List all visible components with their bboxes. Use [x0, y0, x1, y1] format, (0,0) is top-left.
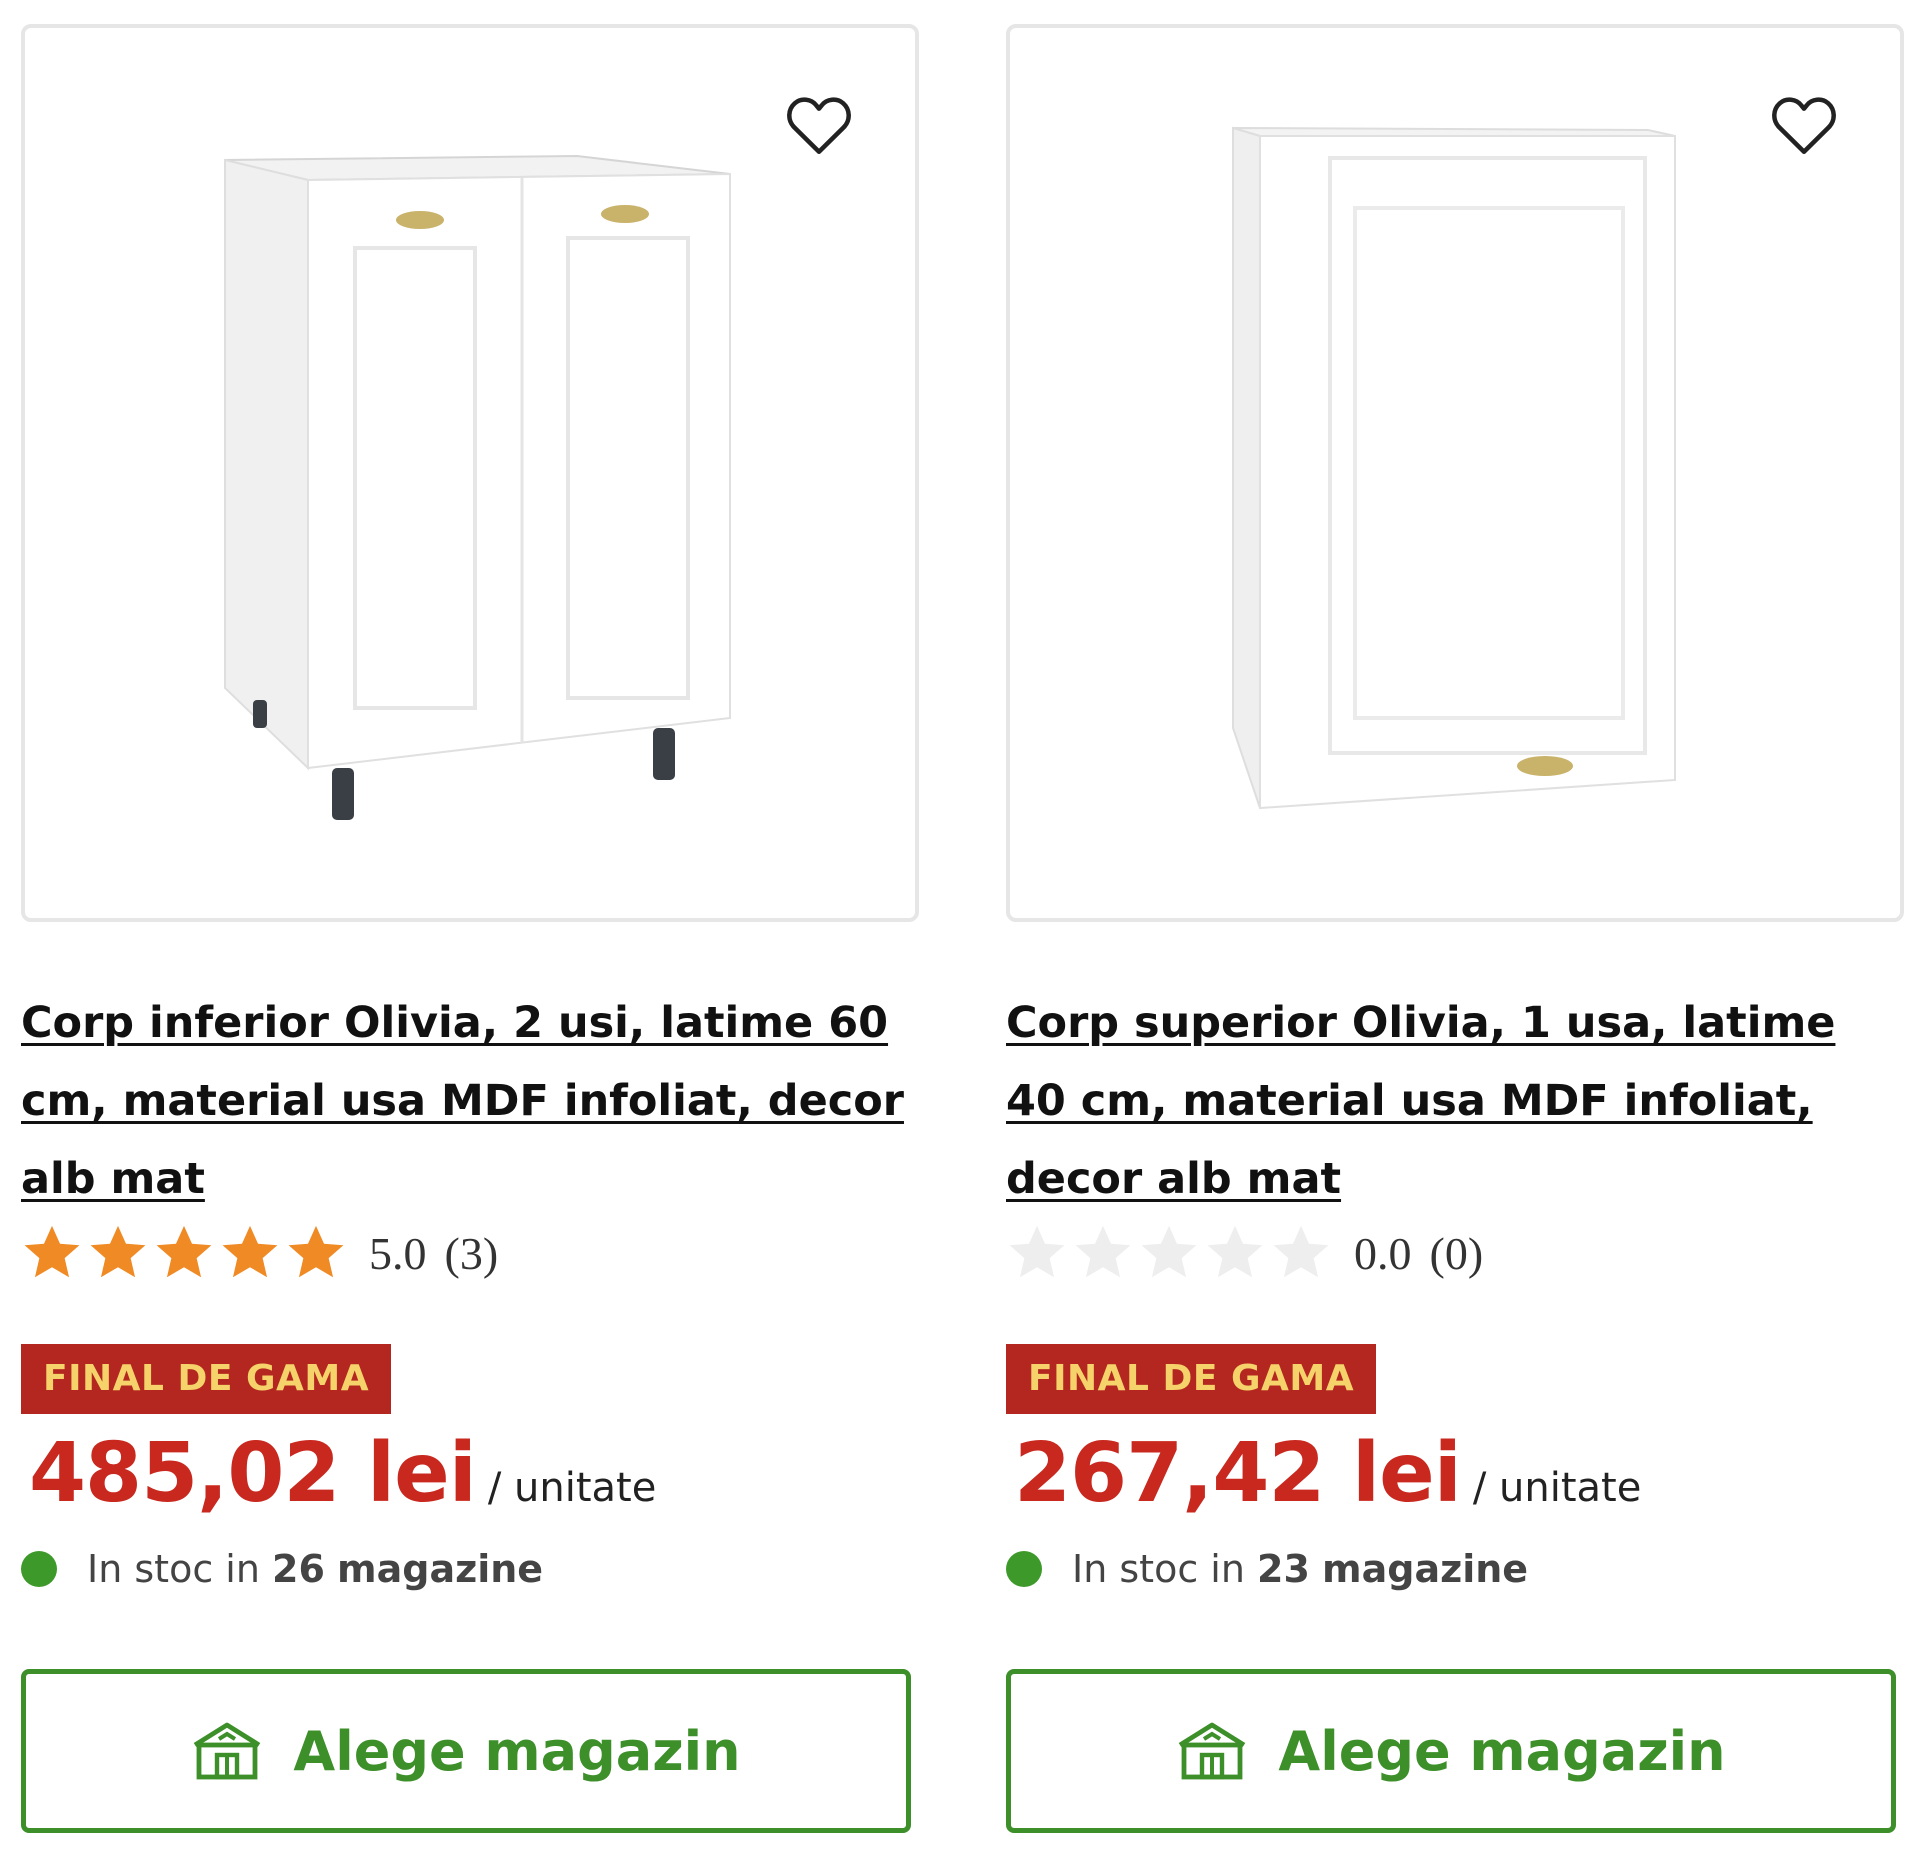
star-icon: [156, 1225, 212, 1278]
rating-count: (3): [444, 1227, 499, 1279]
star-icon: [1141, 1225, 1197, 1278]
status-badge: FINAL DE GAMA: [21, 1344, 392, 1414]
stock-status: In stoc in 26 magazine: [21, 1547, 919, 1591]
choose-store-label: Alege magazin: [1278, 1719, 1726, 1783]
stock-count: 26: [272, 1547, 325, 1591]
stock-prefix: In stoc in: [87, 1547, 260, 1591]
star-icon: [288, 1225, 344, 1278]
star-icon: [1009, 1225, 1065, 1278]
choose-store-label: Alege magazin: [293, 1719, 741, 1783]
product-title-link[interactable]: Corp inferior Olivia, 2 usi, latime 60 c…: [21, 984, 921, 1218]
stock-prefix: In stoc in: [1072, 1547, 1245, 1591]
stock-indicator-dot: [1006, 1551, 1042, 1587]
rating[interactable]: 5.0 (3): [21, 1218, 919, 1288]
rating-count: (0): [1429, 1227, 1484, 1279]
price-unit: / unitate: [1472, 1465, 1642, 1511]
price-row: 267,42 lei / unitate: [1014, 1426, 1904, 1521]
product-card: Corp inferior Olivia, 2 usi, latime 60 c…: [21, 24, 919, 1833]
heart-outline-icon[interactable]: [1770, 94, 1838, 156]
heart-outline-icon[interactable]: [785, 94, 853, 156]
rating-value: 5.0: [369, 1227, 427, 1279]
star-icon: [90, 1225, 146, 1278]
stock-suffix: magazine: [337, 1547, 544, 1591]
choose-store-button[interactable]: Alege magazin: [21, 1669, 911, 1833]
rating-stars: [1006, 1222, 1336, 1284]
product-card: Corp superior Olivia, 1 usa, latime 40 c…: [1006, 24, 1904, 1833]
store-house-icon: [1179, 1722, 1246, 1780]
product-image-box[interactable]: [21, 24, 919, 922]
stock-suffix: magazine: [1322, 1547, 1529, 1591]
product-image-wall-cabinet[interactable]: [1010, 28, 1900, 918]
rating-value: 0.0: [1354, 1227, 1412, 1279]
price-unit: / unitate: [487, 1465, 657, 1511]
rating-stars: [21, 1222, 351, 1284]
choose-store-button[interactable]: Alege magazin: [1006, 1669, 1896, 1833]
stock-count: 23: [1257, 1547, 1310, 1591]
stock-indicator-dot: [21, 1551, 57, 1587]
price: 485,02 lei: [29, 1426, 477, 1521]
price: 267,42 lei: [1014, 1426, 1462, 1521]
price-row: 485,02 lei / unitate: [29, 1426, 919, 1521]
star-icon: [222, 1225, 278, 1278]
product-title-link[interactable]: Corp superior Olivia, 1 usa, latime 40 c…: [1006, 984, 1906, 1218]
product-grid: Corp inferior Olivia, 2 usi, latime 60 c…: [0, 0, 1920, 1868]
product-image-box[interactable]: [1006, 24, 1904, 922]
star-icon: [24, 1225, 80, 1278]
stock-text: In stoc in 23 magazine: [1072, 1547, 1528, 1591]
stock-status: In stoc in 23 magazine: [1006, 1547, 1904, 1591]
stock-text: In stoc in 26 magazine: [87, 1547, 543, 1591]
star-icon: [1273, 1225, 1329, 1278]
store-house-icon: [194, 1722, 261, 1780]
status-badge: FINAL DE GAMA: [1006, 1344, 1377, 1414]
product-image-base-cabinet[interactable]: [25, 28, 915, 918]
star-icon: [1207, 1225, 1263, 1278]
rating[interactable]: 0.0 (0): [1006, 1218, 1904, 1288]
star-icon: [1075, 1225, 1131, 1278]
